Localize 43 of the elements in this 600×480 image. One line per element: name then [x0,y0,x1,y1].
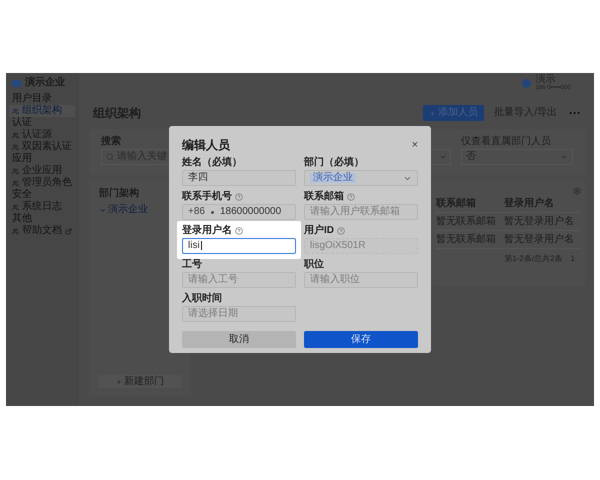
field-label: 联系手机号 [182,192,232,202]
field-label: 职位 [304,260,324,270]
field-label: 用户ID [304,226,334,236]
country-code: +86 [188,207,205,217]
field-label: 入职时间 [182,294,222,304]
department-select[interactable]: 演示企业 [304,170,418,186]
sidebar-item[interactable]: 组织架构 [9,105,75,117]
close-button[interactable]: × [412,140,418,150]
user-avatar-icon [522,78,532,88]
dialog-title: 编辑人员 [182,139,230,151]
field-placeholder: 请输入用户联系邮箱 [310,207,400,217]
settings-icon [573,187,581,195]
logo-icon [12,80,21,86]
input-field[interactable]: 请输入工号 [182,272,296,288]
field-placeholder: 请选择日期 [188,309,238,319]
input-field[interactable]: +86 18600000000 [182,204,296,220]
field-value: lisi [188,240,202,252]
external-link-icon [65,228,72,234]
field-label: 姓名（必填） [182,158,242,168]
more-button[interactable]: ··· [569,107,581,119]
input-field[interactable]: 请输入用户联系邮箱 [304,204,418,220]
field-label: 工号 [182,260,202,270]
field-label: 登录用户名 [182,226,232,236]
chevron-down-icon [99,206,106,214]
tree-item[interactable]: 演示企业 [99,205,181,215]
chevron-down-icon [560,153,568,161]
phone-value: 18600000000 [220,207,282,217]
input-field[interactable]: 李四 [182,170,296,186]
field-placeholder: 请输入职位 [310,275,360,285]
field-value: 李四 [188,173,208,183]
plus-icon [116,378,122,384]
plus-icon [429,110,436,116]
cancel-button[interactable]: 取消 [182,331,296,348]
field-label: 联系邮箱 [304,192,344,202]
input-field[interactable]: lisi [182,238,296,254]
chevron-down-icon [439,153,447,161]
date-field[interactable]: 请选择日期 [182,306,296,322]
field-placeholder: 请输入工号 [188,275,238,285]
search-icon [106,153,114,161]
save-button[interactable]: 保存 [304,331,418,348]
department-tag: 演示企业 [310,173,356,183]
input-field[interactable]: 请输入职位 [304,272,418,288]
field-label: 部门（必填） [304,158,364,168]
